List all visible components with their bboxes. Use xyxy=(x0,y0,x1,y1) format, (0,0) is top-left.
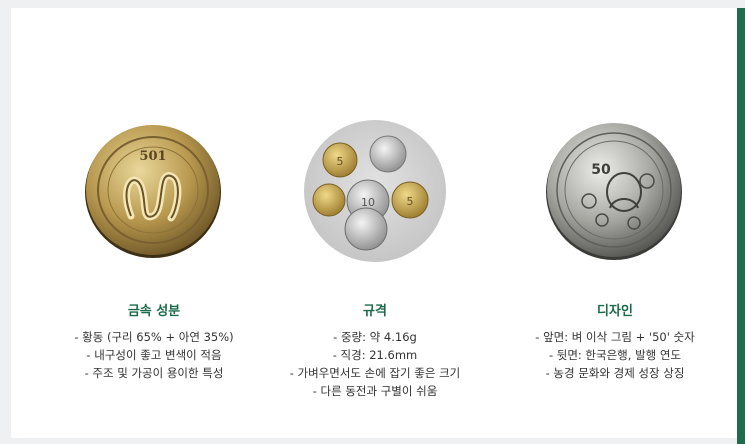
silver-coin-image: 50 xyxy=(540,116,690,266)
list-item: - 직경: 21.6mm xyxy=(332,348,418,362)
content-card: 501 금속 성분 - 황동 (구리 65% + 아연 35%) - 내구성이 … xyxy=(11,8,739,438)
section-list: - 앞면: 벼 이삭 그림 + '50' 숫자 - 뒷면: 한국은행, 발행 연… xyxy=(495,328,735,382)
brass-coin-image: 501 xyxy=(79,116,229,266)
svg-text:5: 5 xyxy=(337,155,344,168)
accent-bar xyxy=(737,8,745,444)
section-title: 디자인 xyxy=(597,304,633,319)
section-title: 규격 xyxy=(363,304,387,319)
section-title: 금속 성분 xyxy=(127,304,181,319)
list-item: - 뒷면: 한국은행, 발행 연도 xyxy=(548,348,682,362)
section-list: - 중량: 약 4.16g - 직경: 21.6mm - 가벼우면서도 손에 잡… xyxy=(255,328,495,400)
list-item: - 내구성이 좋고 변색이 적음 xyxy=(86,348,222,362)
list-item: - 앞면: 벼 이삭 그림 + '50' 숫자 xyxy=(535,330,695,344)
svg-text:5: 5 xyxy=(407,195,414,208)
list-item: - 다른 동전과 구별이 쉬움 xyxy=(312,384,438,398)
section-list: - 황동 (구리 65% + 아연 35%) - 내구성이 좋고 변색이 적음 … xyxy=(34,328,274,382)
list-item: - 중량: 약 4.16g xyxy=(333,330,417,344)
list-item: - 주조 및 가공이 용이한 특성 xyxy=(84,366,224,380)
list-item: - 가벼우면서도 손에 잡기 좋은 크기 xyxy=(289,366,461,380)
coin-pile-image: 5 5 10 xyxy=(300,116,450,266)
list-item: - 황동 (구리 65% + 아연 35%) xyxy=(74,330,234,344)
svg-text:501: 501 xyxy=(139,149,166,164)
svg-text:10: 10 xyxy=(361,196,375,209)
svg-text:50: 50 xyxy=(591,162,611,178)
list-item: - 농경 문화와 경제 성장 상징 xyxy=(545,366,685,380)
